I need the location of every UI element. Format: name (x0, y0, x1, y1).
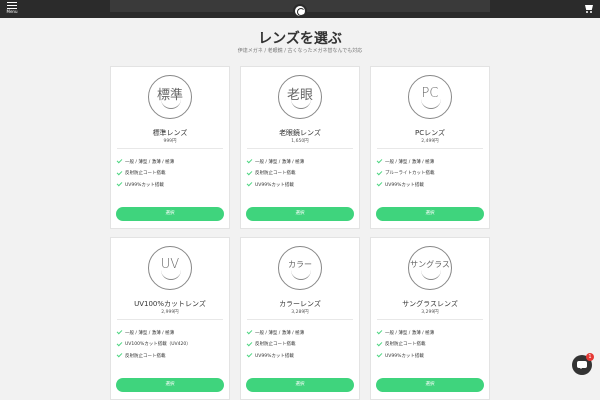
lens-name: 標準レンズ (152, 129, 188, 137)
divider (377, 319, 483, 320)
logo-icon[interactable] (293, 4, 307, 18)
check-icon (246, 351, 253, 358)
check-icon (246, 328, 253, 335)
lens-price: 3,289円 (291, 310, 309, 315)
top-bar: Menu (0, 0, 600, 18)
page-title: レンズを選ぶ (258, 31, 342, 47)
lens-card-color: カラー カラーレンズ 3,289円 一般 / 薄型 / 激薄 / 極薄 反射防止… (240, 237, 360, 400)
feature-list: 一般 / 薄型 / 激薄 / 極薄 反射防止コート搭載 UV99%カット搭載 (246, 156, 355, 191)
check-icon (246, 180, 253, 187)
select-button[interactable]: 選択 (246, 378, 354, 392)
lens-circle-icon: カラー (278, 246, 322, 290)
divider (117, 319, 223, 320)
feature-item: 一般 / 薄型 / 激薄 / 極薄 (116, 327, 225, 339)
check-icon (116, 340, 123, 347)
chat-button[interactable]: 1 (572, 353, 594, 375)
check-icon (376, 157, 383, 164)
check-icon (116, 328, 123, 335)
feature-item: 反射防止コート搭載 (246, 339, 355, 351)
check-icon (116, 351, 123, 358)
lens-circle-icon: PC (408, 75, 452, 119)
check-icon (376, 340, 383, 347)
notification-badge: 1 (586, 353, 594, 361)
hamburger-icon (7, 2, 17, 9)
feature-list: 一般 / 薄型 / 激薄 / 極薄 ブルーライトカット搭載 UV99%カット搭載 (376, 156, 485, 191)
select-button[interactable]: 選択 (116, 378, 224, 392)
select-button[interactable]: 選択 (376, 378, 484, 392)
lens-card-pc: PC PCレンズ 2,499円 一般 / 薄型 / 激薄 / 極薄 ブルーライト… (370, 66, 490, 229)
feature-item: UV99%カット搭載 (246, 179, 355, 191)
feature-item: ブルーライトカット搭載 (376, 168, 485, 180)
menu-button[interactable]: Menu (4, 2, 20, 17)
lens-name: UV100%カットレンズ (134, 300, 206, 308)
check-icon (376, 180, 383, 187)
lens-card-standard: 標準 標準レンズ 999円 一般 / 薄型 / 激薄 / 極薄 反射防止コート搭… (110, 66, 230, 229)
select-button[interactable]: 選択 (376, 207, 484, 221)
lens-circle-icon: 標準 (148, 75, 192, 119)
feature-item: UV99%カット搭載 (246, 350, 355, 362)
chat-bubble-icon (577, 361, 587, 369)
lens-price: 2,999円 (161, 310, 179, 315)
divider (377, 148, 483, 149)
feature-item: 反射防止コート搭載 (116, 168, 225, 180)
feature-item: 一般 / 薄型 / 激薄 / 極薄 (246, 156, 355, 168)
lens-price: 3,299円 (421, 310, 439, 315)
divider (247, 319, 353, 320)
lens-circle-icon: サングラス (408, 246, 452, 290)
feature-item: UV100%カット搭載（UV420） (116, 339, 225, 351)
lens-name: 老眼鏡レンズ (279, 129, 321, 137)
lens-name: カラーレンズ (279, 300, 321, 308)
check-icon (116, 169, 123, 176)
feature-list: 一般 / 薄型 / 激薄 / 極薄 UV100%カット搭載（UV420） 反射防… (116, 327, 225, 362)
select-button[interactable]: 選択 (246, 207, 354, 221)
check-icon (246, 157, 253, 164)
lens-name: PCレンズ (415, 129, 445, 137)
feature-item: 一般 / 薄型 / 激薄 / 極薄 (376, 327, 485, 339)
check-icon (376, 169, 383, 176)
lens-name: サングラスレンズ (402, 300, 458, 308)
select-button[interactable]: 選択 (116, 207, 224, 221)
feature-item: 反射防止コート搭載 (116, 350, 225, 362)
feature-item: 一般 / 薄型 / 激薄 / 極薄 (246, 327, 355, 339)
feature-item: 一般 / 薄型 / 激薄 / 極薄 (116, 156, 225, 168)
divider (247, 148, 353, 149)
lens-circle-icon: UV (148, 246, 192, 290)
lens-price: 1,650円 (291, 139, 309, 144)
lens-grid: 標準 標準レンズ 999円 一般 / 薄型 / 激薄 / 極薄 反射防止コート搭… (110, 66, 490, 400)
cart-icon[interactable] (584, 4, 594, 13)
feature-item: UV99%カット搭載 (376, 350, 485, 362)
lens-card-reading: 老眼 老眼鏡レンズ 1,650円 一般 / 薄型 / 激薄 / 極薄 反射防止コ… (240, 66, 360, 229)
check-icon (116, 157, 123, 164)
feature-item: 一般 / 薄型 / 激薄 / 極薄 (376, 156, 485, 168)
lens-price: 999円 (163, 139, 177, 144)
lens-price: 2,499円 (421, 139, 439, 144)
check-icon (246, 340, 253, 347)
feature-item: 反射防止コート搭載 (376, 339, 485, 351)
check-icon (116, 180, 123, 187)
check-icon (376, 328, 383, 335)
lens-card-sunglass: サングラス サングラスレンズ 3,299円 一般 / 薄型 / 激薄 / 極薄 … (370, 237, 490, 400)
feature-item: UV99%カット搭載 (116, 179, 225, 191)
feature-item: 反射防止コート搭載 (246, 168, 355, 180)
check-icon (246, 169, 253, 176)
menu-label: Menu (6, 9, 18, 14)
lens-circle-icon: 老眼 (278, 75, 322, 119)
feature-item: UV99%カット搭載 (376, 179, 485, 191)
feature-list: 一般 / 薄型 / 激薄 / 極薄 反射防止コート搭載 UV99%カット搭載 (376, 327, 485, 362)
lens-card-uv: UV UV100%カットレンズ 2,999円 一般 / 薄型 / 激薄 / 極薄… (110, 237, 230, 400)
feature-list: 一般 / 薄型 / 激薄 / 極薄 反射防止コート搭載 UV99%カット搭載 (246, 327, 355, 362)
check-icon (376, 351, 383, 358)
divider (117, 148, 223, 149)
page-subtitle: 伊達メガネ / 老眼鏡 / 古くなったメガネ替なんでも対応 (237, 48, 363, 54)
feature-list: 一般 / 薄型 / 激薄 / 極薄 反射防止コート搭載 UV99%カット搭載 (116, 156, 225, 191)
